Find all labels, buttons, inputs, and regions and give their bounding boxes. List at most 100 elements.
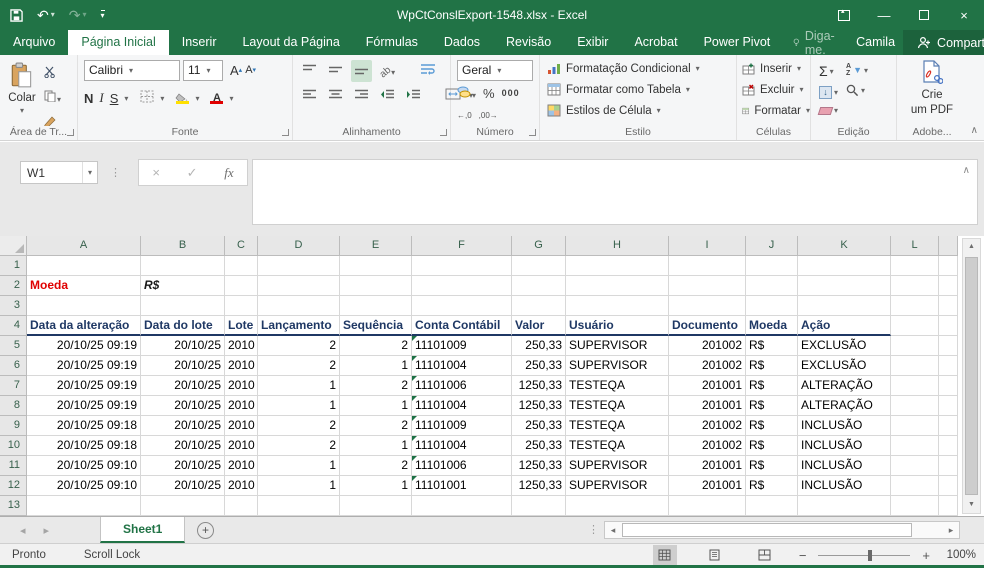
cell[interactable] (891, 496, 939, 516)
cell[interactable]: 20/10/25 09:10 (27, 456, 141, 476)
fill-button[interactable]: ↓▾ (819, 86, 838, 99)
name-box-dropdown-icon[interactable]: ▾ (82, 162, 97, 183)
align-bottom-button[interactable] (351, 60, 372, 82)
cell[interactable]: 1 (258, 456, 340, 476)
cell[interactable] (566, 276, 669, 296)
cell[interactable]: 1 (340, 436, 412, 456)
align-center-button[interactable] (325, 85, 346, 107)
name-box[interactable]: W1 ▾ (20, 161, 98, 184)
cell[interactable]: 11101004 (412, 356, 512, 376)
cell[interactable]: 250,33 (512, 416, 566, 436)
undo-button[interactable]: ↶▾ (37, 8, 55, 22)
page-break-view-button[interactable] (753, 545, 777, 565)
column-header-C[interactable]: C (225, 236, 258, 256)
header-cell[interactable]: Conta Contábil (412, 316, 512, 336)
ribbon-display-options-icon[interactable] (824, 0, 864, 30)
number-format-combo[interactable]: Geral▾ (457, 60, 533, 81)
cell[interactable]: 201002 (669, 416, 746, 436)
cell[interactable]: EXCLUSÃO (798, 336, 891, 356)
cell[interactable]: 1 (258, 376, 340, 396)
row-header-9[interactable]: 9 (0, 416, 27, 436)
cell[interactable] (27, 256, 141, 276)
align-middle-button[interactable] (325, 60, 346, 82)
cell[interactable]: R$ (746, 436, 798, 456)
cell[interactable]: R$ (746, 476, 798, 496)
account-name[interactable]: Camila A.... (848, 30, 903, 55)
cell[interactable] (141, 496, 225, 516)
ribbon-tab-revis-o[interactable]: Revisão (493, 30, 564, 55)
cell[interactable]: 1 (258, 476, 340, 496)
cell[interactable] (566, 256, 669, 276)
column-header-H[interactable]: H (566, 236, 669, 256)
cell[interactable]: 201002 (669, 336, 746, 356)
cell[interactable] (412, 496, 512, 516)
cell[interactable] (746, 276, 798, 296)
decrease-font-button[interactable]: A▾ (245, 64, 256, 76)
cell[interactable]: 1 (340, 476, 412, 496)
collapse-ribbon-icon[interactable]: ∧ (971, 125, 978, 136)
cell[interactable] (891, 436, 939, 456)
cell[interactable]: 20/10/25 (141, 476, 225, 496)
cell[interactable]: 20/10/25 09:19 (27, 356, 141, 376)
cell[interactable] (891, 316, 939, 336)
enter-icon[interactable]: ✓ (187, 165, 198, 181)
formula-input[interactable]: ∧ (252, 159, 978, 225)
cell[interactable] (340, 256, 412, 276)
cell[interactable]: 201001 (669, 476, 746, 496)
customize-qat-button[interactable]: ▾ (101, 10, 105, 20)
column-header-m[interactable] (939, 236, 958, 256)
tell-me-button[interactable]: Diga-me. (783, 30, 848, 55)
cell[interactable]: Moeda (27, 276, 141, 296)
cell[interactable]: 1 (340, 396, 412, 416)
cell[interactable]: 2 (340, 376, 412, 396)
cell[interactable] (891, 376, 939, 396)
cell[interactable]: R$ (746, 456, 798, 476)
cell[interactable]: SUPERVISOR (566, 476, 669, 496)
cell[interactable] (746, 496, 798, 516)
vertical-scroll-thumb[interactable] (965, 257, 978, 495)
cell[interactable] (258, 256, 340, 276)
normal-view-button[interactable] (653, 545, 677, 565)
cell[interactable] (746, 256, 798, 276)
cell[interactable]: 2010 (225, 336, 258, 356)
column-header-G[interactable]: G (512, 236, 566, 256)
cell[interactable]: R$ (141, 276, 225, 296)
row-header-7[interactable]: 7 (0, 376, 27, 396)
find-select-button[interactable]: ▾ (846, 84, 868, 97)
cell[interactable] (798, 496, 891, 516)
autosum-button[interactable]: Σ▾ (819, 63, 838, 79)
font-size-combo[interactable]: 11▾ (183, 60, 223, 81)
redo-button[interactable]: ↷▾ (69, 8, 87, 22)
cell[interactable]: 1 (258, 396, 340, 416)
ribbon-tab-inserir[interactable]: Inserir (169, 30, 230, 55)
cell[interactable] (340, 496, 412, 516)
column-header-E[interactable]: E (340, 236, 412, 256)
cell[interactable] (669, 496, 746, 516)
cell[interactable]: INCLUSÃO (798, 476, 891, 496)
cell[interactable]: 11101004 (412, 436, 512, 456)
cell[interactable]: INCLUSÃO (798, 456, 891, 476)
cell[interactable]: 20/10/25 (141, 336, 225, 356)
italic-button[interactable]: I (99, 90, 103, 106)
zoom-in-icon[interactable]: + (918, 548, 934, 563)
number-dialog-launcher-icon[interactable] (529, 129, 536, 136)
cell[interactable]: 20/10/25 (141, 456, 225, 476)
cell[interactable]: 20/10/25 (141, 376, 225, 396)
cell[interactable]: 1250,33 (512, 376, 566, 396)
cell[interactable]: 201001 (669, 456, 746, 476)
ribbon-tab-arquivo[interactable]: Arquivo (0, 30, 68, 55)
cell[interactable]: 2 (258, 336, 340, 356)
header-cell[interactable]: Ação (798, 316, 891, 336)
scroll-up-icon[interactable]: ▲ (963, 239, 980, 255)
cell[interactable] (225, 256, 258, 276)
ribbon-tab-acrobat[interactable]: Acrobat (621, 30, 690, 55)
cell[interactable] (939, 416, 958, 436)
row-header-4[interactable]: 4 (0, 316, 27, 336)
alignment-dialog-launcher-icon[interactable] (440, 129, 447, 136)
column-header-F[interactable]: F (412, 236, 512, 256)
ribbon-tab-exibir[interactable]: Exibir (564, 30, 621, 55)
cell[interactable] (939, 336, 958, 356)
align-top-button[interactable] (299, 60, 320, 82)
wrap-text-button[interactable] (417, 60, 439, 82)
cell[interactable] (891, 456, 939, 476)
